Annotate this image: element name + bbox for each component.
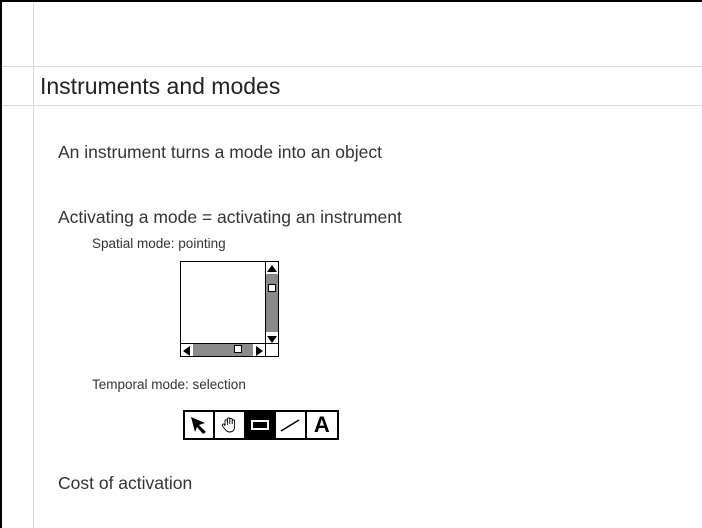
tool-palette: A (183, 410, 339, 440)
rectangle-tool-button[interactable] (245, 412, 277, 438)
up-arrow-icon (267, 265, 277, 272)
sub-bullet-spatial-mode: Spatial mode: pointing (92, 236, 226, 251)
hand-tool-button[interactable] (215, 412, 246, 438)
guide-line-under-title (2, 105, 702, 106)
bullet-instrument: An instrument turns a mode into an objec… (58, 142, 382, 162)
right-arrow-icon (256, 346, 263, 356)
rectangle-icon (251, 420, 270, 430)
bullet-activating-mode: Activating a mode = activating an instru… (58, 207, 402, 227)
text-tool-icon: A (313, 412, 330, 437)
scroll-left-arrow[interactable] (181, 344, 193, 356)
hand-icon (221, 417, 235, 433)
guide-line-top (2, 66, 702, 67)
guide-line-vertical (33, 2, 34, 528)
left-arrow-icon (183, 346, 190, 356)
horizontal-scrollbar[interactable] (181, 343, 265, 356)
sub-bullet-temporal-mode: Temporal mode: selection (92, 377, 246, 392)
scroll-view-illustration (180, 261, 279, 357)
arrow-pointer-icon (191, 417, 207, 434)
line-icon (281, 419, 300, 432)
arrow-tool-button[interactable] (185, 412, 216, 438)
bullet-cost-of-activation: Cost of activation (58, 473, 193, 493)
frame-top-border (0, 0, 702, 2)
scroll-up-arrow[interactable] (266, 262, 278, 274)
horizontal-scroll-thumb[interactable] (234, 345, 242, 353)
frame-left-border (0, 0, 2, 528)
scroll-right-arrow[interactable] (253, 344, 265, 356)
vertical-scrollbar[interactable] (265, 262, 278, 344)
line-tool-button[interactable] (276, 412, 307, 438)
slide-title: Instruments and modes (40, 73, 281, 99)
scrollbar-corner (265, 343, 278, 356)
vertical-scroll-thumb[interactable] (268, 284, 276, 292)
text-tool-button[interactable]: A (307, 412, 337, 438)
